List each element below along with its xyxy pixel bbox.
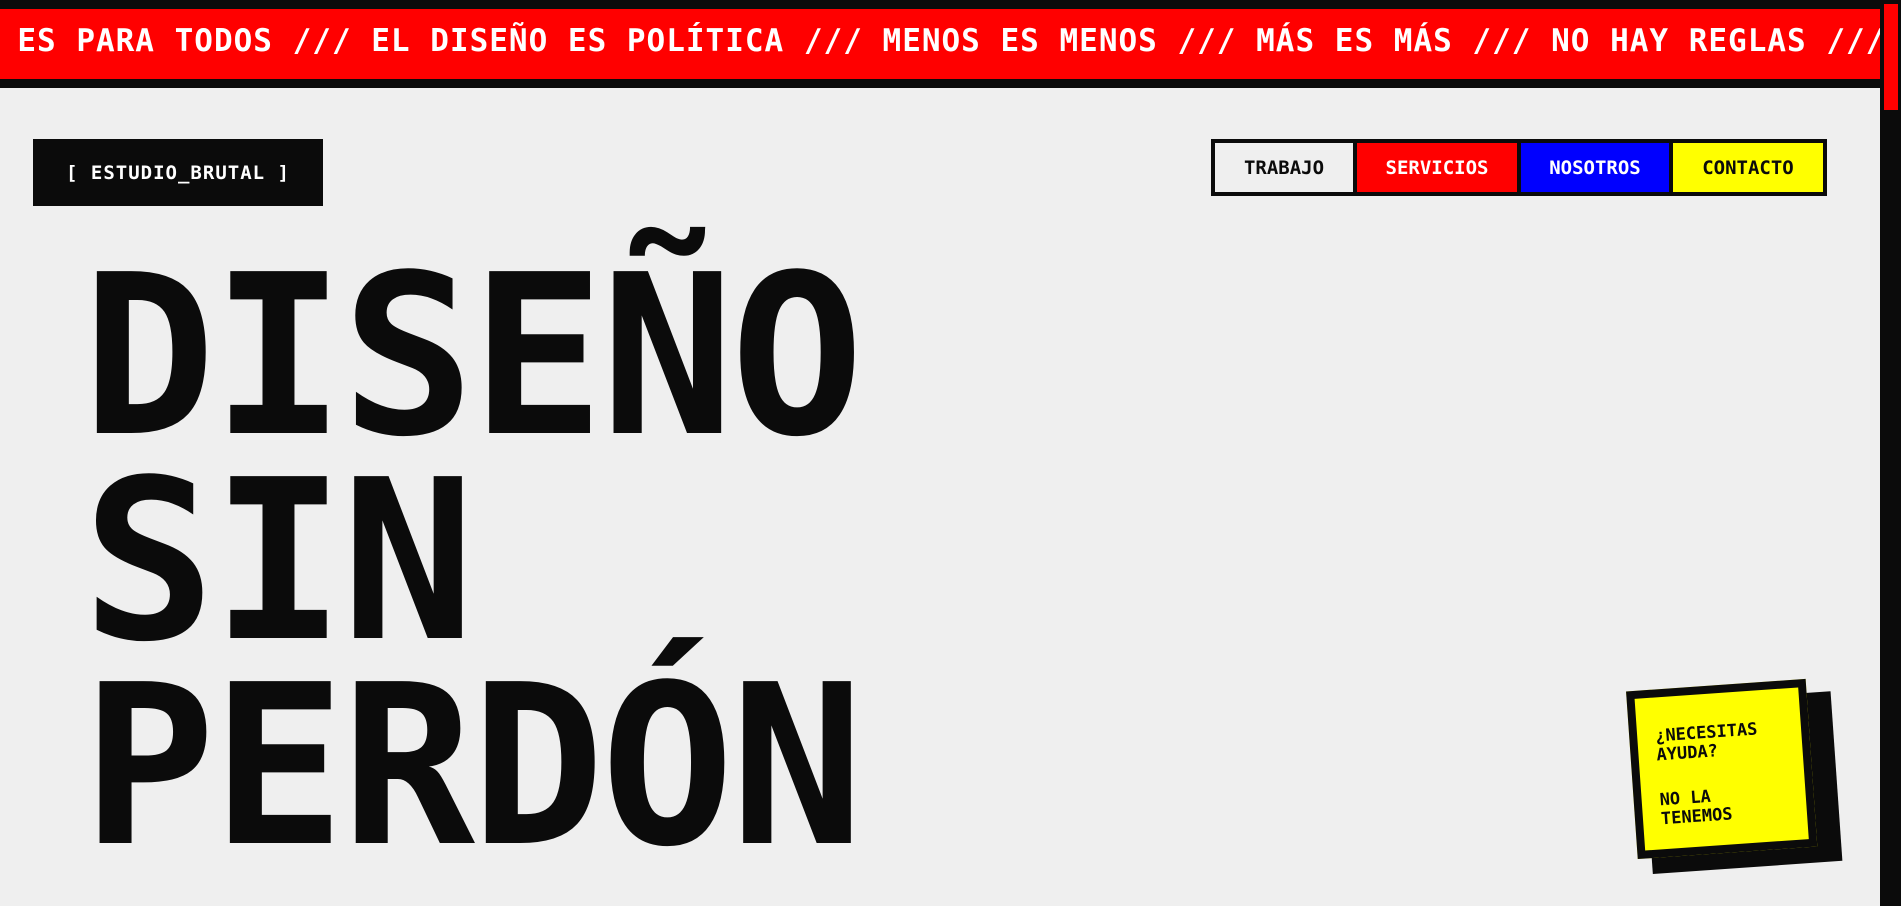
nav-item-trabajo[interactable]: TRABAJO [1215, 143, 1353, 192]
logo[interactable]: [ ESTUDIO_BRUTAL ] [33, 139, 323, 206]
sticker-answer: NO LA TENEMOS [1659, 786, 1734, 830]
main-nav: TRABAJO SERVICIOS NOSOTROS CONTACTO [1211, 139, 1827, 196]
hero-line: DISEÑO [82, 228, 864, 486]
sticker-card[interactable]: ¿NECESITAS AYUDA? NO LA TENEMOS [1626, 678, 1818, 860]
hero-line: SIN [82, 433, 475, 691]
nav-item-nosotros[interactable]: NOSOTROS [1521, 143, 1669, 192]
help-sticker[interactable]: ¿NECESITAS AYUDA? NO LA TENEMOS [1626, 677, 1846, 875]
hero-headline: DISEÑO SIN PERDÓN [82, 228, 864, 896]
scrollbar-track[interactable] [1880, 0, 1901, 906]
ticker-text: O ES PARA TODOS /// EL DISEÑO ES POLÍTIC… [0, 23, 1880, 59]
hero-line: PERDÓN [82, 638, 864, 896]
sticker-question: ¿NECESITAS AYUDA? [1654, 719, 1759, 766]
nav-item-contacto[interactable]: CONTACTO [1673, 143, 1823, 192]
nav-item-servicios[interactable]: SERVICIOS [1357, 143, 1517, 192]
ticker-strip: O ES PARA TODOS /// EL DISEÑO ES POLÍTIC… [0, 9, 1880, 79]
ticker-bar: O ES PARA TODOS /// EL DISEÑO ES POLÍTIC… [0, 0, 1880, 88]
scrollbar-thumb[interactable] [1884, 4, 1898, 110]
